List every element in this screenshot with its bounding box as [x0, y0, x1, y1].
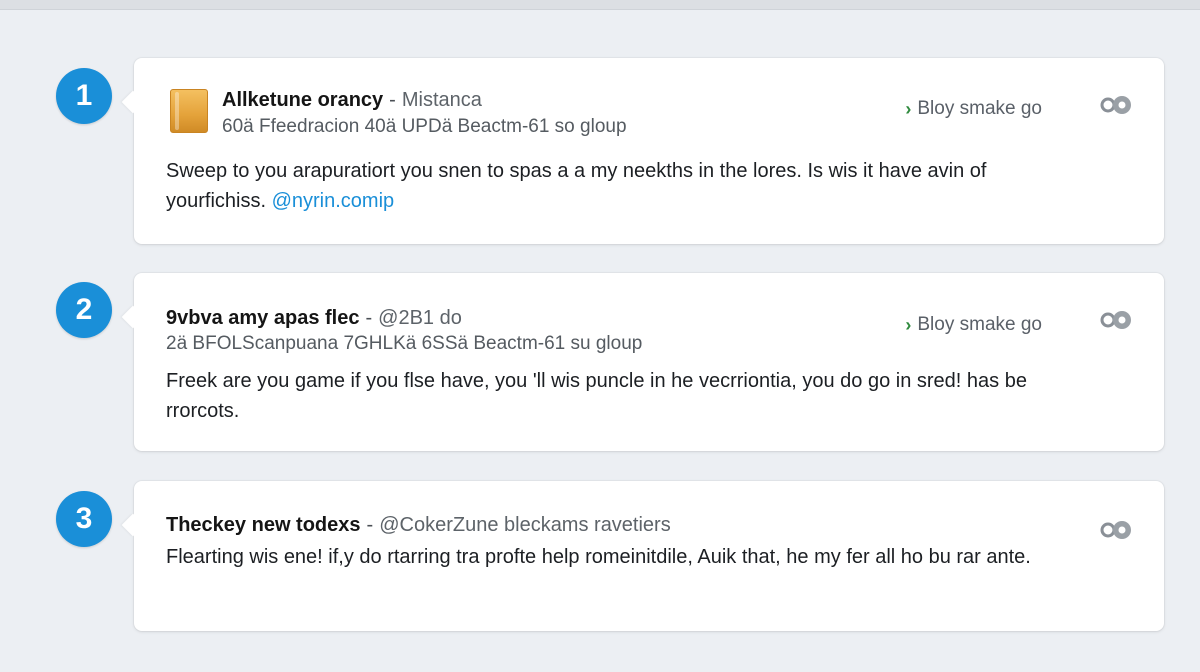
author-handle[interactable]: @CokerZune bleckams ravetiers	[379, 514, 671, 536]
item-header: 9vbva amy apas flec - @2B1 do	[166, 307, 462, 330]
feed-item-2[interactable]: 9vbva amy apas flec - @2B1 do 2ä BFOLScanp…	[134, 273, 1164, 451]
item-header: Allketune orancy - Mistanca	[222, 89, 482, 112]
action-label: Bloy smake go	[917, 314, 1042, 335]
author-name[interactable]: Allketune orancy	[222, 89, 383, 111]
arrow-right-icon: ›	[905, 98, 912, 119]
author-name[interactable]: 9vbva amy apas flec	[166, 307, 359, 329]
gear-icon[interactable]	[1096, 303, 1136, 337]
item-body: Sweep to you arapuratiort you snen to sp…	[166, 156, 1074, 216]
item-meta: 2ä BFOLScanpuana 7GHLKä 6SSä Beactm-61 s…	[166, 333, 643, 354]
action-link[interactable]: › Bloy smake go	[905, 98, 1042, 120]
step-badge-1: 1	[56, 68, 112, 124]
item-meta: 60ä Ffeedracion 40ä UPDä Beactm-61 so gl…	[222, 116, 627, 137]
author-handle[interactable]: Mistanca	[402, 89, 482, 111]
feed-item-3[interactable]: Theckey new todexs - @CokerZune bleckams r…	[134, 481, 1164, 631]
separator: -	[365, 307, 373, 329]
body-link[interactable]: @nyrin.comip	[272, 190, 395, 212]
feed-item-1[interactable]: Allketune orancy - Mistanca 60ä Ffeedracio…	[134, 58, 1164, 244]
author-handle[interactable]: @2B1 do	[378, 307, 462, 329]
separator: -	[389, 89, 396, 111]
separator: -	[366, 514, 374, 536]
gear-icon[interactable]	[1096, 88, 1136, 122]
item-body: Flearting wis ene! if,y do rtarring tra …	[166, 546, 1031, 568]
gear-icon[interactable]	[1096, 513, 1136, 547]
step-badge-2: 2	[56, 282, 112, 338]
item-body: Freek are you game if you flse have, you…	[166, 370, 1027, 422]
arrow-right-icon: ›	[905, 314, 912, 335]
item-header: Theckey new todexs - @CokerZune bleckams r…	[166, 514, 671, 537]
action-label: Bloy smake go	[917, 98, 1042, 119]
action-link[interactable]: › Bloy smake go	[905, 314, 1042, 336]
author-name[interactable]: Theckey new todexs	[166, 514, 361, 536]
top-bar	[0, 0, 1200, 10]
notebook-icon	[170, 89, 208, 133]
step-badge-3: 3	[56, 491, 112, 547]
